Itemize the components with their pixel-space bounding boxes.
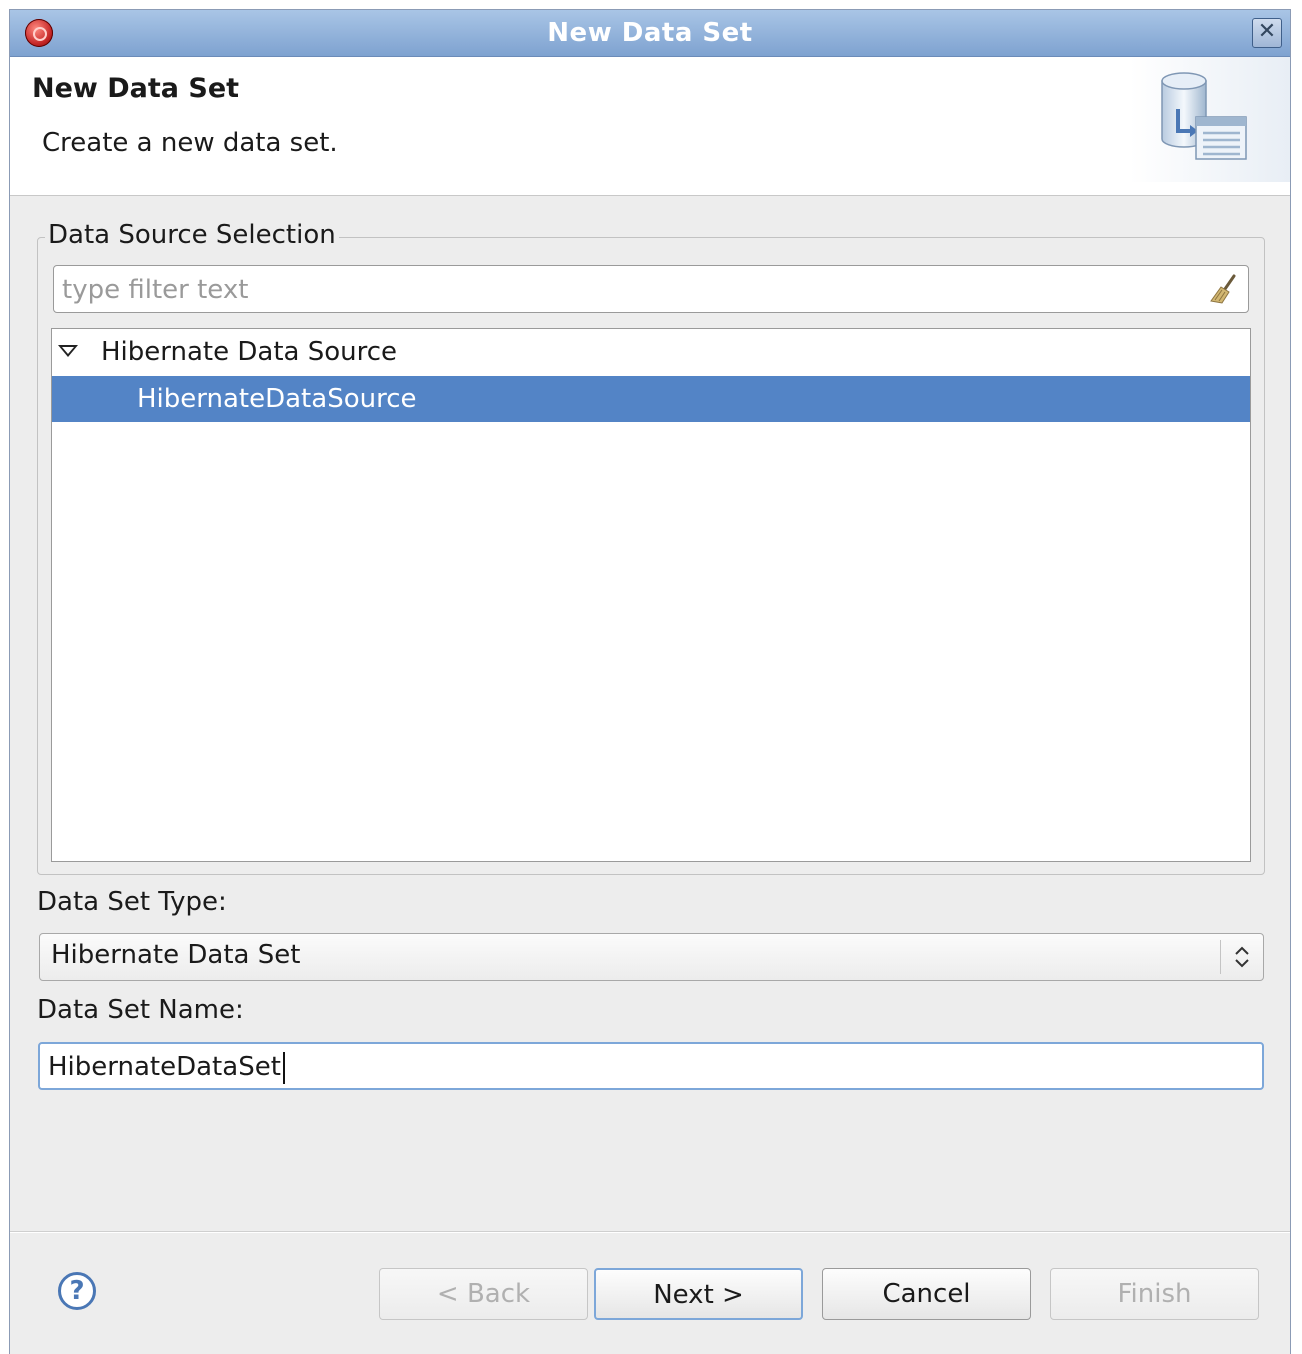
data-set-name-input[interactable]: [46, 1048, 1250, 1086]
tree-item-label: HibernateDataSource: [137, 384, 417, 414]
back-button[interactable]: < Back: [379, 1268, 588, 1320]
text-caret: [283, 1052, 285, 1084]
close-button[interactable]: ✕: [1252, 18, 1282, 48]
tree-item-hibernate-data-source[interactable]: Hibernate Data Source: [52, 329, 1250, 375]
data-source-selection-label: Data Source Selection: [45, 220, 339, 250]
footer-divider: [10, 1231, 1290, 1233]
expand-triangle-icon[interactable]: [58, 345, 78, 357]
database-table-icon: [1161, 72, 1247, 160]
data-set-type-value: Hibernate Data Set: [51, 940, 301, 970]
data-set-name-label: Data Set Name:: [37, 995, 244, 1025]
header-banner: [1130, 57, 1290, 182]
select-separator: [1220, 940, 1221, 974]
filter-input[interactable]: [60, 271, 1194, 309]
help-icon[interactable]: ?: [58, 1272, 96, 1310]
cancel-button[interactable]: Cancel: [822, 1268, 1031, 1320]
filter-field[interactable]: [53, 265, 1249, 313]
tree-item-label: Hibernate Data Source: [101, 337, 398, 367]
page-description: Create a new data set.: [42, 128, 338, 158]
data-set-type-label: Data Set Type:: [37, 887, 227, 917]
new-data-set-dialog: New Data Set ✕ New Data Set Create a new…: [9, 9, 1291, 1354]
wizard-header: New Data Set Create a new data set.: [10, 57, 1290, 196]
data-source-tree[interactable]: Hibernate Data Source HibernateDataSourc…: [51, 328, 1251, 862]
data-set-name-field[interactable]: [38, 1042, 1264, 1090]
finish-button[interactable]: Finish: [1050, 1268, 1259, 1320]
title-bar[interactable]: New Data Set ✕: [10, 10, 1290, 57]
tree-item-hibernatedatasource[interactable]: HibernateDataSource: [52, 376, 1250, 422]
next-button[interactable]: Next >: [594, 1268, 803, 1320]
clear-filter-broom-icon[interactable]: [1208, 274, 1238, 304]
window-title: New Data Set: [547, 18, 753, 48]
up-down-arrows-icon: [1235, 946, 1249, 968]
data-set-type-select[interactable]: Hibernate Data Set: [39, 933, 1264, 981]
page-title: New Data Set: [32, 73, 240, 104]
